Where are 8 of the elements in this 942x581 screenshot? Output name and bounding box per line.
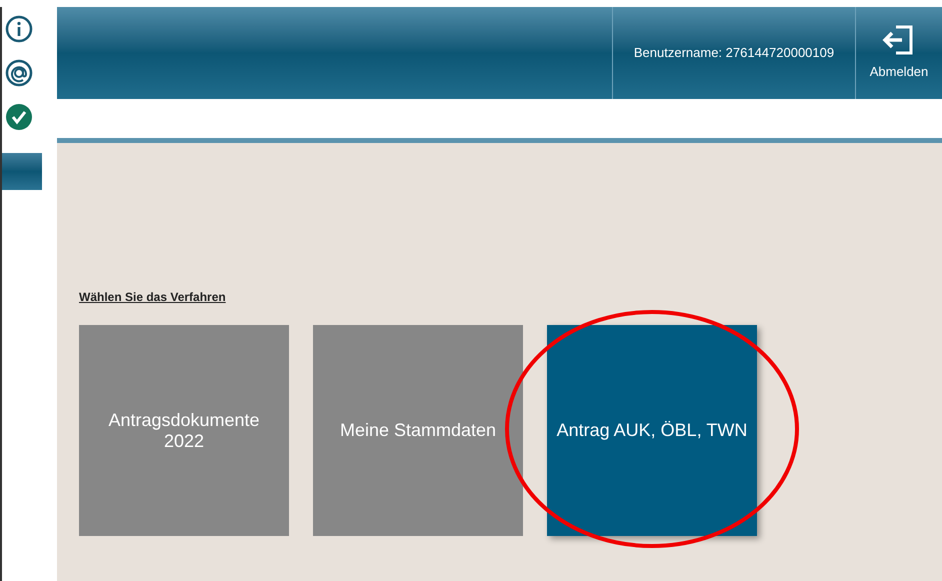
email-icon[interactable] <box>5 59 33 87</box>
procedure-tile[interactable]: Antrag AUK, ÖBL, TWN <box>547 325 757 536</box>
info-icon[interactable] <box>5 15 33 43</box>
procedure-tile[interactable]: Meine Stammdaten <box>313 325 523 536</box>
username-label: Benutzername: 276144720000109 <box>634 44 834 62</box>
procedure-tile[interactable]: Antragsdokumente 2022 <box>79 325 289 536</box>
section-heading: Wählen Sie das Verfahren <box>79 290 226 304</box>
check-icon[interactable] <box>5 103 33 131</box>
